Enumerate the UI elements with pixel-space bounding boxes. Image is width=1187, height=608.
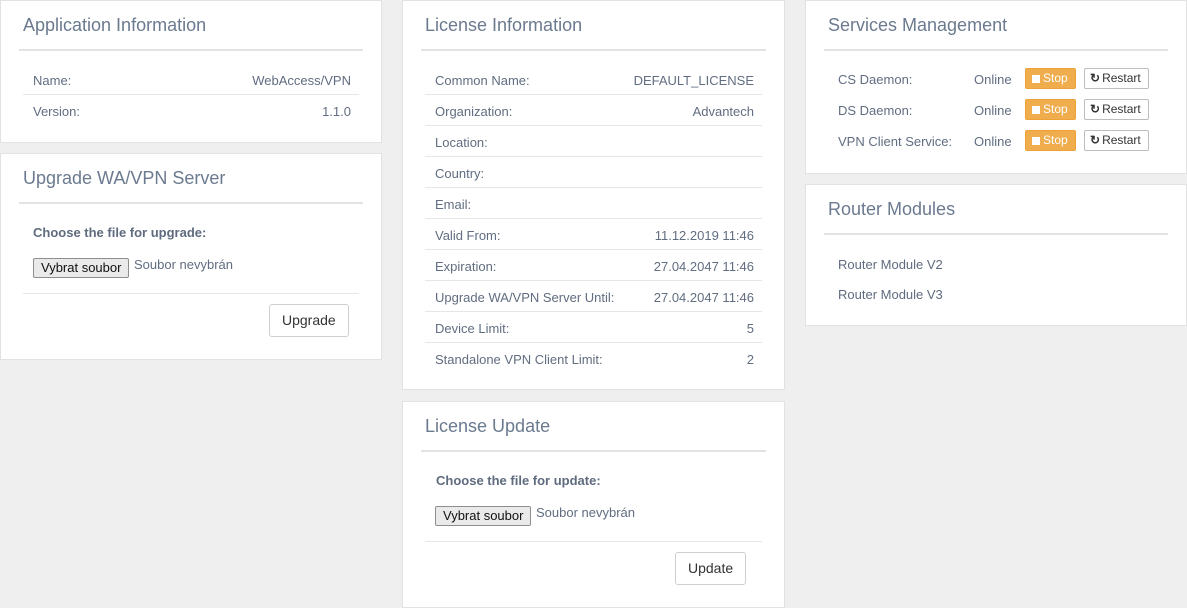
divider (421, 49, 766, 51)
stop-button[interactable]: Stop (1025, 99, 1076, 120)
stop-label: Stop (1043, 102, 1068, 116)
country-label: Country: (435, 166, 485, 181)
stop-icon (1032, 75, 1040, 83)
email-label: Email: (435, 197, 472, 212)
divider (824, 49, 1168, 51)
divider (23, 293, 359, 294)
app-name-label: Name: (33, 73, 72, 88)
upgrade-button[interactable]: Upgrade (269, 304, 349, 337)
restart-button[interactable]: ↻ Restart (1084, 68, 1149, 89)
upgrade-server-title: Upgrade WA/VPN Server (23, 168, 226, 188)
refresh-icon: ↻ (1090, 133, 1101, 147)
expiration-value: 27.04.2047 11:46 (653, 259, 754, 274)
stop-label: Stop (1043, 71, 1068, 85)
upgrade-file-status: Soubor nevybrán (134, 257, 234, 272)
service-name: DS Daemon: (838, 103, 913, 118)
license-row: Country: (425, 157, 762, 188)
divider (425, 541, 762, 542)
valid-from-value: 11.12.2019 11:46 (654, 228, 754, 243)
divider (19, 49, 363, 51)
stop-button[interactable]: Stop (1025, 130, 1076, 151)
update-choose-label: Choose the file for update: (436, 473, 601, 488)
device-limit-label: Device Limit: (435, 321, 510, 336)
divider (824, 233, 1168, 235)
license-information-title: License Information (425, 15, 583, 35)
upgrade-until-label: Upgrade WA/VPN Server Until: (435, 290, 615, 305)
device-limit-value: 5 (746, 321, 754, 336)
stop-icon (1032, 106, 1040, 114)
restart-button[interactable]: ↻ Restart (1084, 130, 1149, 151)
refresh-icon: ↻ (1090, 71, 1101, 85)
license-information-panel: License Information Common Name: DEFAULT… (402, 0, 785, 390)
organization-value: Advantech (692, 104, 754, 119)
license-row: Valid From: 11.12.2019 11:46 (425, 219, 762, 250)
service-name: VPN Client Service: (838, 134, 953, 149)
location-label: Location: (435, 135, 488, 150)
expiration-label: Expiration: (435, 259, 497, 274)
update-file-button[interactable]: Vybrat soubor (435, 506, 532, 526)
restart-label: Restart (1102, 102, 1141, 116)
stop-button[interactable]: Stop (1025, 68, 1076, 89)
service-name: CS Daemon: (838, 72, 913, 87)
refresh-icon: ↻ (1090, 102, 1101, 116)
restart-button[interactable]: ↻ Restart (1084, 99, 1149, 120)
service-status: Online (974, 103, 1012, 118)
upgrade-file-button[interactable]: Vybrat soubor (33, 258, 130, 278)
license-row: Location: (425, 126, 762, 157)
license-row: Upgrade WA/VPN Server Until: 27.04.2047 … (425, 281, 762, 312)
license-row: Email: (425, 188, 762, 219)
stop-label: Stop (1043, 133, 1068, 147)
restart-label: Restart (1102, 133, 1141, 147)
divider (421, 450, 766, 452)
application-information-title: Application Information (23, 15, 207, 35)
license-row: Common Name: DEFAULT_LICENSE (425, 64, 762, 95)
restart-label: Restart (1102, 71, 1141, 85)
services-management-panel: Services Management CS Daemon: Online St… (805, 0, 1187, 174)
update-button[interactable]: Update (675, 552, 747, 585)
license-row: Standalone VPN Client Limit: 2 (425, 343, 762, 374)
divider (19, 202, 363, 204)
router-module-item[interactable]: Router Module V2 (838, 257, 943, 272)
service-status: Online (974, 134, 1012, 149)
stop-icon (1032, 137, 1040, 145)
update-file-status: Soubor nevybrán (536, 505, 636, 520)
app-name-row: Name: WebAccess/VPN (23, 64, 359, 95)
application-information-panel: Application Information Name: WebAccess/… (0, 0, 382, 143)
license-update-title: License Update (425, 416, 551, 436)
common-name-value: DEFAULT_LICENSE (633, 73, 754, 88)
service-status: Online (974, 72, 1012, 87)
router-modules-title: Router Modules (828, 199, 956, 219)
router-module-item[interactable]: Router Module V3 (838, 287, 943, 302)
router-modules-panel: Router Modules Router Module V2 Router M… (805, 184, 1187, 326)
app-name-value: WebAccess/VPN (252, 73, 351, 88)
valid-from-label: Valid From: (435, 228, 501, 243)
license-row: Expiration: 27.04.2047 11:46 (425, 250, 762, 281)
upgrade-choose-label: Choose the file for upgrade: (33, 225, 207, 240)
upgrade-until-value: 27.04.2047 11:46 (653, 290, 754, 305)
organization-label: Organization: (435, 104, 513, 119)
vpn-client-limit-label: Standalone VPN Client Limit: (435, 352, 603, 367)
vpn-client-limit-value: 2 (746, 352, 754, 367)
license-row: Device Limit: 5 (425, 312, 762, 343)
services-management-title: Services Management (828, 15, 1008, 35)
upgrade-server-panel: Upgrade WA/VPN Server Choose the file fo… (0, 153, 382, 360)
app-version-label: Version: (33, 104, 80, 119)
license-update-panel: License Update Choose the file for updat… (402, 401, 785, 608)
app-version-row: Version: 1.1.0 (23, 95, 359, 126)
license-row: Organization: Advantech (425, 95, 762, 126)
common-name-label: Common Name: (435, 73, 530, 88)
app-version-value: 1.1.0 (322, 104, 351, 119)
